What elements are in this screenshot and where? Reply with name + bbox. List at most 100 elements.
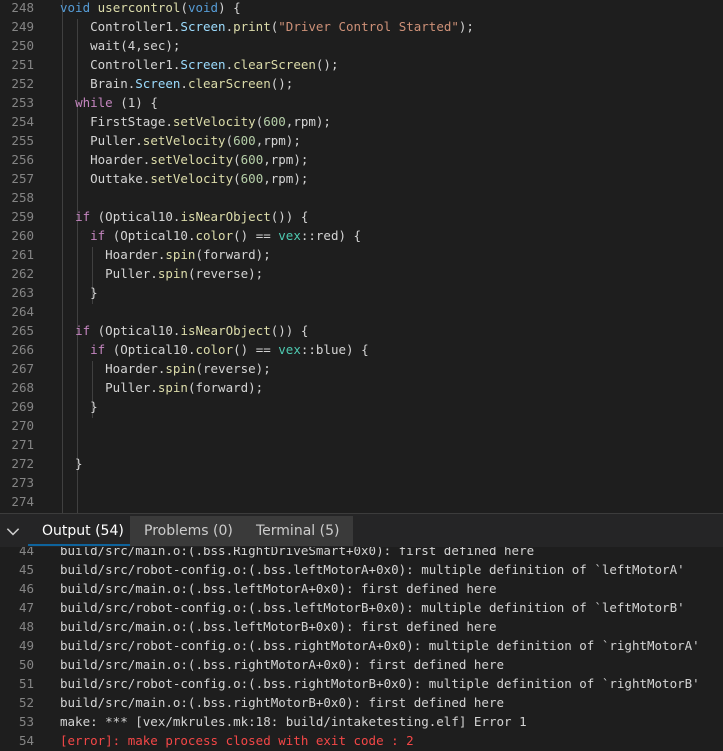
code-token: ,rpm); [263,171,309,186]
chevron-down-icon[interactable] [4,522,22,540]
line-number: 252 [11,76,34,91]
code-line[interactable]: 253 while (1) { [0,93,723,112]
code-line[interactable]: 260 if (Optical10.color() == vex::red) { [0,226,723,245]
code-line[interactable]: 258 [0,188,723,207]
code-token: Screen [180,19,226,34]
code-token: spin [157,380,188,395]
code-token: (Optical10. [90,209,181,224]
line-number: 269 [11,399,34,414]
code-token: } [60,456,83,471]
code-text: Controller1.Screen.print("Driver Control… [60,17,474,36]
output-line-number: 51 [18,676,34,691]
line-number: 258 [11,190,34,205]
code-token: 600 [233,133,256,148]
code-text: } [60,397,98,416]
code-line[interactable]: 259 if (Optical10.isNearObject()) { [0,207,723,226]
output-line-number: 49 [18,638,34,653]
output-line-number: 45 [18,562,34,577]
code-line[interactable]: 269 } [0,397,723,416]
code-line[interactable]: 252 Brain.Screen.clearScreen(); [0,74,723,93]
code-line[interactable]: 264 [0,302,723,321]
tab-output[interactable]: Output (54) [28,516,138,546]
output-line: 46 build/src/main.o:(.bss.leftMotorA+0x0)… [0,579,723,598]
code-token: (forward); [195,247,271,262]
code-token: "Driver Control Started" [278,19,459,34]
code-editor[interactable]: 248 void usercontrol(void) {249 Controlle… [0,0,723,513]
code-token: void [187,0,219,15]
code-token: (reverse); [187,266,264,281]
line-number: 254 [11,114,34,129]
code-line[interactable]: 257 Outtake.setVelocity(600,rpm); [0,169,723,188]
code-token: clearScreen [233,57,316,72]
output-text: build/src/robot-config.o:(.bss.leftMotor… [60,562,685,577]
code-line[interactable]: 268 Puller.spin(forward); [0,378,723,397]
code-text: Hoarder.spin(forward); [60,245,271,264]
output-panel[interactable]: 44 build/src/main.o:(.bss.RightDriveSmart… [0,547,723,751]
code-token: Hoarder. [60,247,166,262]
output-line: 47 build/src/robot-config.o:(.bss.leftMot… [0,598,723,617]
code-line[interactable]: 248 void usercontrol(void) { [0,0,723,17]
code-token: 600 [240,171,264,186]
code-token: isNearObject [180,209,271,224]
code-text: Outtake.setVelocity(600,rpm); [60,169,308,188]
output-line-number: 54 [18,733,34,748]
code-line[interactable]: 271 [0,435,723,454]
line-number: 260 [11,228,34,243]
code-line[interactable]: 251 Controller1.Screen.clearScreen(); [0,55,723,74]
code-line[interactable]: 254 FirstStage.setVelocity(600,rpm); [0,112,723,131]
code-token: Controller1. [60,19,181,34]
line-number: 257 [11,171,34,186]
line-number: 253 [11,95,34,110]
code-token: 600 [240,152,264,167]
code-line[interactable]: 270 [0,416,723,435]
code-line[interactable]: 267 Hoarder.spin(reverse); [0,359,723,378]
code-token: (1) { [112,95,158,110]
code-token: (); [270,76,294,91]
code-line[interactable]: 263 } [0,283,723,302]
output-line: 49 build/src/robot-config.o:(.bss.rightMo… [0,636,723,655]
code-line[interactable]: 249 Controller1.Screen.print("Driver Con… [0,17,723,36]
tab-terminal[interactable]: Terminal (5) [242,516,354,546]
code-line[interactable]: 265 if (Optical10.isNearObject()) { [0,321,723,340]
line-number: 267 [11,361,34,376]
code-token: (reverse); [195,361,271,376]
code-text: Puller.spin(forward); [60,378,263,397]
code-token: clearScreen [187,76,271,91]
code-token: setVelocity [142,133,226,148]
output-line: 50 build/src/main.o:(.bss.rightMotorA+0x0… [0,655,723,674]
code-line[interactable]: 272 } [0,454,723,473]
tab-problems[interactable]: Problems (0) [130,516,247,546]
code-token: if [90,342,106,357]
code-token: ::red) { [300,228,362,243]
code-line[interactable]: 255 Puller.setVelocity(600,rpm); [0,131,723,150]
code-text: Hoarder.setVelocity(600,rpm); [60,150,308,169]
code-token: spin [165,247,196,262]
line-number: 251 [11,57,34,72]
code-token: (forward); [187,380,264,395]
code-token: . [225,57,234,72]
code-token: setVelocity [172,114,256,129]
code-line[interactable]: 261 Hoarder.spin(forward); [0,245,723,264]
code-line[interactable]: 274 [0,492,723,511]
code-token: Brain. [60,76,136,91]
line-number: 265 [11,323,34,338]
code-line[interactable]: 262 Puller.spin(reverse); [0,264,723,283]
output-text: build/src/main.o:(.bss.rightMotorA+0x0):… [60,657,505,672]
code-token: ()) { [270,209,309,224]
line-number: 274 [11,494,34,509]
code-token: . [225,19,234,34]
code-text: if (Optical10.isNearObject()) { [60,207,308,226]
line-number: 271 [11,437,34,452]
output-line: 54 [error]: make process closed with exit… [0,731,723,750]
line-number: 268 [11,380,34,395]
line-number: 248 [11,0,34,15]
code-line[interactable]: 273 [0,473,723,492]
code-line[interactable]: 250 wait(4,sec); [0,36,723,55]
code-text: Brain.Screen.clearScreen(); [60,74,293,93]
code-token: (Optical10. [105,342,196,357]
code-line[interactable]: 256 Hoarder.setVelocity(600,rpm); [0,150,723,169]
line-number: 264 [11,304,34,319]
code-line[interactable]: 266 if (Optical10.color() == vex::blue) … [0,340,723,359]
